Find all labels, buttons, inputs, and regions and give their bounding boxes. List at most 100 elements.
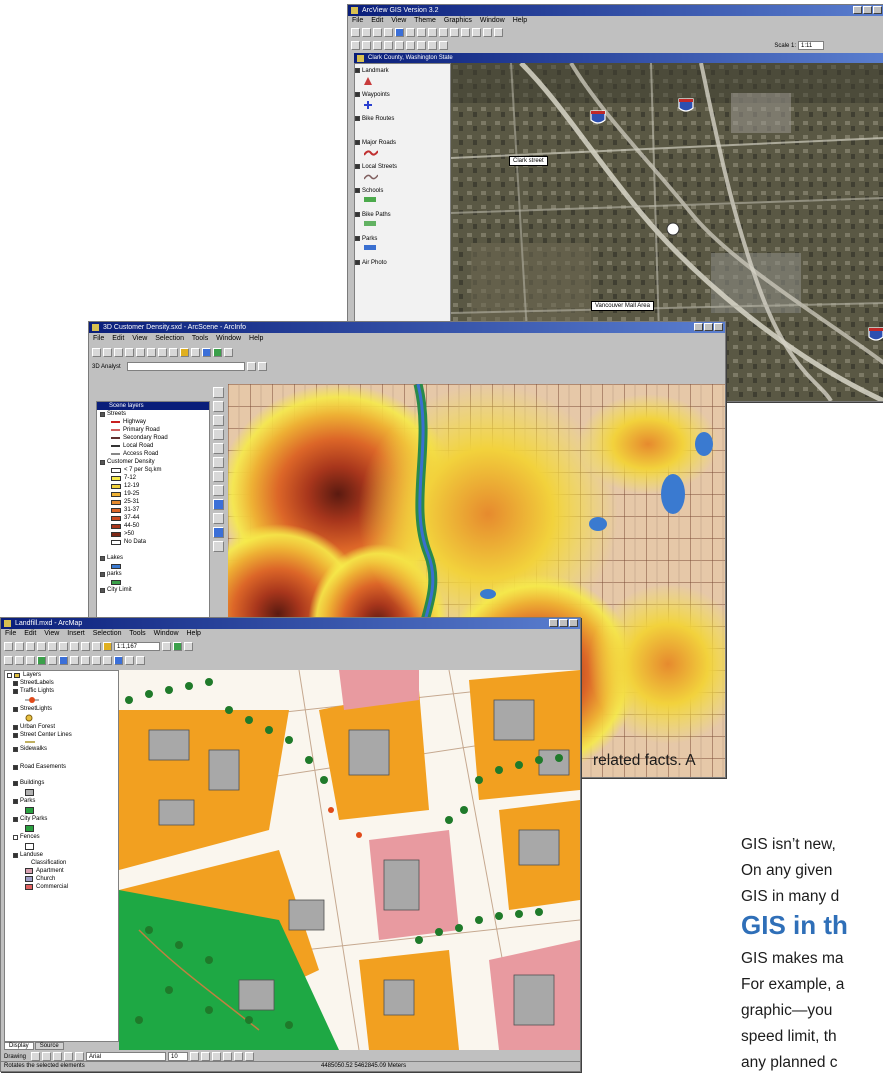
toc-layer-street-center-lines[interactable]: Street Center Lines xyxy=(5,731,118,739)
select-elements-button[interactable] xyxy=(103,656,112,665)
menu-view[interactable]: View xyxy=(132,335,147,342)
globe-button[interactable] xyxy=(59,656,68,665)
legend-item[interactable]: Landmark xyxy=(355,68,450,92)
checkbox-icon[interactable] xyxy=(100,555,105,561)
analyst-menu[interactable]: 3D Analyst xyxy=(92,364,121,370)
draw-tool[interactable] xyxy=(439,41,448,50)
menu-selection[interactable]: Selection xyxy=(93,630,122,637)
open-button[interactable] xyxy=(103,348,112,357)
help-button[interactable] xyxy=(184,642,193,651)
scale-input[interactable]: 1:11 xyxy=(798,41,824,50)
binoculars-tool[interactable] xyxy=(213,541,224,552)
measure-tool[interactable] xyxy=(395,41,404,50)
save-button[interactable] xyxy=(114,348,123,357)
add-data-button[interactable] xyxy=(103,642,112,651)
close-button[interactable] xyxy=(714,323,723,331)
checkbox-icon[interactable] xyxy=(100,571,105,577)
copy-button[interactable] xyxy=(59,642,68,651)
toc-layer-parks[interactable]: Parks xyxy=(5,797,118,805)
checkbox-icon[interactable] xyxy=(355,236,360,241)
legend-item[interactable]: Bike Paths xyxy=(355,212,450,236)
menu-edit[interactable]: Edit xyxy=(371,17,383,24)
checkbox-icon[interactable] xyxy=(13,852,18,858)
menu-graphics[interactable]: Graphics xyxy=(444,17,472,24)
toc-layer-urban-forest[interactable]: Urban Forest xyxy=(5,723,118,731)
paste-button[interactable] xyxy=(70,642,79,651)
add-theme-button[interactable] xyxy=(362,28,371,37)
new-button[interactable] xyxy=(4,642,13,651)
fly-tool[interactable] xyxy=(213,443,224,454)
forward-button[interactable] xyxy=(81,656,90,665)
menu-help[interactable]: Help xyxy=(513,17,527,24)
menu-window[interactable]: Window xyxy=(154,630,179,637)
maximize-button[interactable] xyxy=(559,619,568,627)
cut-button[interactable] xyxy=(48,642,57,651)
select-elements-tool[interactable] xyxy=(31,1052,41,1061)
back-button[interactable] xyxy=(70,656,79,665)
menu-help[interactable]: Help xyxy=(187,630,201,637)
menu-view[interactable]: View xyxy=(391,17,406,24)
toc-layer-fences[interactable]: Fences xyxy=(5,833,118,841)
zoom-out-button[interactable] xyxy=(472,28,481,37)
checkbox-icon[interactable] xyxy=(13,746,18,752)
menu-theme[interactable]: Theme xyxy=(414,17,436,24)
checkbox-icon[interactable] xyxy=(13,834,18,840)
pointer-tool[interactable] xyxy=(351,41,360,50)
menu-help[interactable]: Help xyxy=(249,335,263,342)
globe-tool[interactable] xyxy=(213,499,224,510)
vertex-tool[interactable] xyxy=(373,41,382,50)
save-button[interactable] xyxy=(26,642,35,651)
checkbox-icon[interactable] xyxy=(13,724,18,730)
label-tool[interactable] xyxy=(417,41,426,50)
editor-button[interactable] xyxy=(162,642,171,651)
zoom-in-tool[interactable] xyxy=(213,401,224,412)
drawing-menu[interactable]: Drawing xyxy=(4,1054,26,1060)
italic-button[interactable] xyxy=(201,1052,211,1061)
text-tool[interactable] xyxy=(75,1052,85,1061)
print-button[interactable] xyxy=(125,348,134,357)
query-button[interactable] xyxy=(417,28,426,37)
zoom-in-button[interactable] xyxy=(4,656,13,665)
tab-display[interactable]: Display xyxy=(4,1042,34,1050)
select-features-button[interactable] xyxy=(92,656,101,665)
tab-source[interactable]: Source xyxy=(34,1042,64,1050)
toc-group-density[interactable]: Customer Density xyxy=(97,458,209,466)
checkbox-icon[interactable] xyxy=(13,706,18,712)
toc-layer-streetlabels[interactable]: StreetLabels xyxy=(5,679,118,687)
checkbox-icon[interactable] xyxy=(13,688,18,694)
checkbox-icon[interactable] xyxy=(13,680,18,686)
contour-button[interactable] xyxy=(246,362,256,371)
new-button[interactable] xyxy=(92,348,101,357)
target-tool[interactable] xyxy=(213,457,224,468)
checkbox-icon[interactable] xyxy=(355,164,360,169)
menu-edit[interactable]: Edit xyxy=(112,335,124,342)
delete-button[interactable] xyxy=(169,348,178,357)
text-tool[interactable] xyxy=(428,41,437,50)
toc-layer-road-easements[interactable]: Road Easements xyxy=(5,763,118,771)
checkbox-icon[interactable] xyxy=(100,459,105,465)
minimize-button[interactable] xyxy=(694,323,703,331)
select-tool[interactable] xyxy=(213,513,224,524)
close-button[interactable] xyxy=(873,6,882,14)
zoom-out-tool[interactable] xyxy=(213,415,224,426)
full-extent-button[interactable] xyxy=(48,656,57,665)
minimize-button[interactable] xyxy=(853,6,862,14)
underline-button[interactable] xyxy=(212,1052,222,1061)
menu-selection[interactable]: Selection xyxy=(155,335,184,342)
redo-button[interactable] xyxy=(92,642,101,651)
checkbox-icon[interactable] xyxy=(355,260,360,265)
checkbox-icon[interactable] xyxy=(13,816,18,822)
checkbox-icon[interactable] xyxy=(355,140,360,145)
whats-this-button[interactable] xyxy=(224,348,233,357)
menu-insert[interactable]: Insert xyxy=(67,630,85,637)
legend-item[interactable]: Schools xyxy=(355,188,450,212)
menu-tools[interactable]: Tools xyxy=(129,630,145,637)
checkbox-icon[interactable] xyxy=(355,92,360,97)
arctoolbox-button[interactable] xyxy=(173,642,182,651)
zoom-theme-button[interactable] xyxy=(439,28,448,37)
zoom-selected-button[interactable] xyxy=(450,28,459,37)
toc-layer-city-limit[interactable]: City Limit xyxy=(97,586,209,594)
menu-file[interactable]: File xyxy=(5,630,16,637)
toc-layer-lakes[interactable]: Lakes xyxy=(97,554,209,562)
maximize-button[interactable] xyxy=(863,6,872,14)
